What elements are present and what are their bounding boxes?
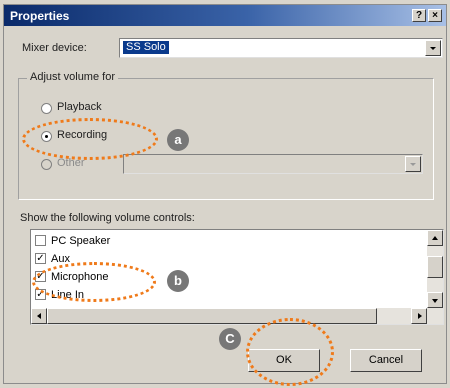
scroll-right-button[interactable]: [411, 308, 427, 324]
horizontal-scrollbar[interactable]: [31, 308, 427, 324]
adjust-volume-legend: Adjust volume for: [27, 71, 118, 83]
cancel-button[interactable]: Cancel: [350, 349, 422, 372]
other-radio[interactable]: [41, 159, 52, 170]
vertical-scrollbar[interactable]: [427, 230, 443, 324]
arrow-right-icon: [418, 313, 422, 319]
title-bar[interactable]: Properties ? ×: [4, 5, 446, 26]
playback-label: Playback: [57, 101, 102, 113]
mixer-device-label: Mixer device:: [22, 42, 87, 54]
callout-badge-b: b: [167, 270, 189, 292]
pc-speaker-checkbox[interactable]: [35, 235, 46, 246]
volume-controls-label: Show the following volume controls:: [20, 212, 195, 224]
other-device-select[interactable]: [123, 154, 423, 174]
mixer-device-select[interactable]: SS Solo: [119, 38, 443, 58]
properties-dialog: Properties ? × Mixer device: SS Solo Adj…: [3, 4, 447, 384]
horizontal-scroll-thumb[interactable]: [47, 308, 377, 324]
callout-ok-button: [246, 318, 334, 386]
pc-speaker-label: PC Speaker: [51, 235, 111, 247]
mixer-device-value: SS Solo: [123, 41, 169, 54]
chevron-down-icon[interactable]: [425, 40, 441, 56]
playback-radio[interactable]: [41, 103, 52, 114]
help-button[interactable]: ?: [412, 9, 426, 22]
close-button[interactable]: ×: [428, 9, 442, 22]
scroll-up-button[interactable]: [427, 230, 443, 246]
callout-badge-a: a: [167, 129, 189, 151]
vertical-scroll-thumb[interactable]: [427, 256, 443, 278]
scroll-down-button[interactable]: [427, 292, 443, 308]
arrow-down-icon: [432, 299, 438, 303]
window-title: Properties: [10, 9, 70, 23]
arrow-left-icon: [37, 313, 41, 319]
arrow-up-icon: [432, 236, 438, 240]
callout-badge-c: C: [219, 328, 241, 350]
callout-microphone: [32, 262, 156, 302]
callout-recording: [22, 118, 158, 160]
chevron-down-icon[interactable]: [405, 156, 421, 172]
scroll-left-button[interactable]: [31, 308, 47, 324]
aux-checkbox[interactable]: ✓: [35, 253, 46, 264]
